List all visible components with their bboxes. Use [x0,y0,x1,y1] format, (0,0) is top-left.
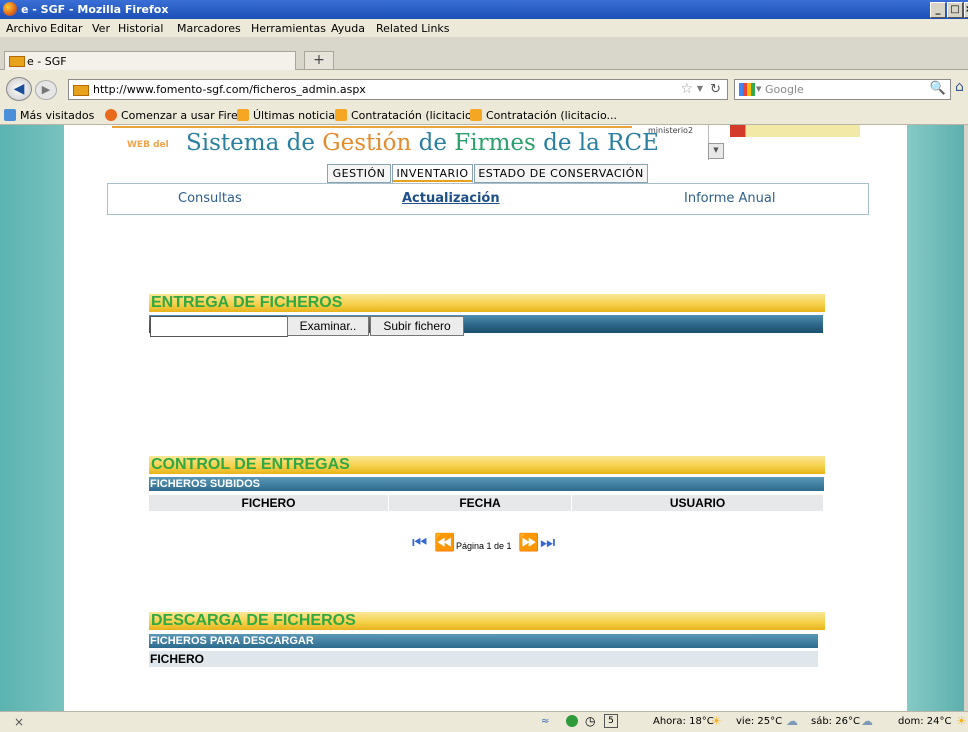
cloud-icon: ☁ [786,714,798,728]
menu-archivo[interactable]: Archivo [6,22,47,35]
banner-accent-line [112,126,632,128]
bookmark-contratacion-1[interactable]: Contratación (licitacio... [335,109,482,122]
bookmark-contratacion-2[interactable]: Contratación (licitacio... [470,109,617,122]
file-path-input[interactable] [150,316,288,337]
uploaded-files-header: FICHEROS SUBIDOS [149,477,824,491]
weather-saturday: sáb: 26°C [811,716,860,727]
sub-navigation: Consultas Actualización Informe Anual [107,183,869,215]
history-dropdown-icon[interactable]: ▼ [697,84,703,93]
sun-icon: ☀ [956,714,967,728]
upload-file-button[interactable]: Subir fichero [370,316,464,336]
rss-icon [237,109,249,121]
search-engine-dropdown-icon[interactable]: ▼ [756,85,761,93]
subnav-actualizacion[interactable]: Actualización [402,191,500,206]
reload-icon[interactable]: ↻ [710,82,721,97]
site-title: Sistema de Gestión de Firmes de la RCE [186,130,659,156]
clock-icon[interactable]: ◷ [585,714,595,728]
bookmark-star-icon[interactable]: ☆ [680,81,693,97]
download-files-header: FICHEROS PARA DESCARGAR [149,634,818,648]
upload-section-heading: ENTREGA DE FICHEROS [149,294,825,312]
firefox-icon [105,109,117,121]
firefox-icon [3,2,17,16]
new-tab-button[interactable]: + [304,51,334,70]
status-bar: × ≈ ◷ 5 Ahora: 18°C ☀ vie: 25°C ☁ sáb: 2… [0,711,968,732]
url-text: http://www.fomento-sgf.com/ficheros_admi… [93,83,366,96]
last-page-icon[interactable]: ⏭ [540,533,555,553]
most-visited-icon [4,109,16,121]
weather-friday: vie: 25°C [736,716,783,727]
menu-related-links[interactable]: Related Links [376,22,450,35]
weather-now: Ahora: 18°C [653,716,714,727]
maximize-button[interactable]: □ [947,2,963,18]
bookmark-mas-visitados[interactable]: Más visitados [4,109,94,122]
bookmark-ultimas-noticias[interactable]: Últimas noticias [237,109,341,122]
address-bar[interactable]: http://www.fomento-sgf.com/ficheros_admi… [68,79,728,100]
tab-gestion[interactable]: GESTIÓN [327,164,391,183]
tab-strip: e - SGF + [0,37,968,70]
search-box[interactable]: ▼ Google 🔍 [734,79,951,100]
forward-button[interactable]: ▶ [35,80,57,100]
menu-ver[interactable]: Ver [92,22,110,35]
back-button[interactable]: ◀ [6,77,32,101]
banner-logo-strip [730,125,860,137]
site-favicon-icon [73,85,89,96]
subnav-consultas[interactable]: Consultas [178,191,242,206]
weather-widget-icon[interactable]: ≈ [541,716,549,727]
tab-label: e - SGF [27,55,67,68]
bookmark-comenzar[interactable]: Comenzar a usar Fire... [105,109,248,122]
menu-ayuda[interactable]: Ayuda [331,22,365,35]
download-list-area [140,670,494,697]
first-page-icon[interactable]: ⏮ [412,533,427,553]
cloud-icon: ☁ [861,714,873,728]
user-name: ministerio2 [648,126,694,135]
next-page-icon[interactable]: ⏩ [518,533,539,553]
download-column-fichero: FICHERO [149,651,818,667]
menu-herramientas[interactable]: Herramientas [251,22,326,35]
calendar-icon[interactable]: 5 [604,714,618,728]
window-title: e - SGF - Mozilla Firefox [21,3,169,16]
user-dropdown-icon[interactable]: ▼ [708,143,724,159]
rss-icon [470,109,482,121]
column-fichero: FICHERO [149,495,388,511]
google-icon [739,83,755,96]
menu-historial[interactable]: Historial [118,22,163,35]
minimize-button[interactable]: _ [930,2,946,18]
tab-estado-conservacion[interactable]: ESTADO DE CONSERVACIÓN [474,164,648,183]
window-title-bar: e - SGF - Mozilla Firefox _ □ × [0,0,968,19]
weather-sunday: dom: 24°C [898,716,952,727]
previous-page-icon[interactable]: ⏪ [434,533,455,553]
page-indicator: Página 1 de 1 [456,541,512,551]
banner-web-del: WEB del [127,140,169,150]
menu-marcadores[interactable]: Marcadores [177,22,241,35]
sun-icon: ☀ [711,714,722,728]
control-section-heading: CONTROL DE ENTREGAS [149,456,825,474]
column-fecha: FECHA [389,495,571,511]
menu-editar[interactable]: Editar [50,22,83,35]
browse-button[interactable]: Examinar.. [287,316,369,336]
site-favicon-icon [9,56,25,67]
tab-inventario[interactable]: INVENTARIO [392,164,473,183]
close-window-button[interactable]: × [964,2,968,18]
search-icon[interactable]: 🔍 [930,81,946,96]
menu-bar: Archivo Editar Ver Historial Marcadores … [0,19,968,37]
download-section-heading: DESCARGA DE FICHEROS [149,612,825,630]
home-icon[interactable]: ⌂ [955,79,968,98]
close-status-icon[interactable]: × [14,715,24,729]
tab-sgf[interactable]: e - SGF [4,51,296,70]
subnav-informe-anual[interactable]: Informe Anual [684,191,775,206]
page-scrollbar[interactable] [964,125,968,711]
rss-icon [335,109,347,121]
column-usuario: USUARIO [572,495,823,511]
bookmarks-bar: Más visitados Comenzar a usar Fire... Úl… [0,106,968,125]
status-green-icon[interactable] [566,715,578,727]
navigation-bar: ◀ ▶ http://www.fomento-sgf.com/ficheros_… [0,70,968,107]
search-placeholder: Google [765,83,804,96]
